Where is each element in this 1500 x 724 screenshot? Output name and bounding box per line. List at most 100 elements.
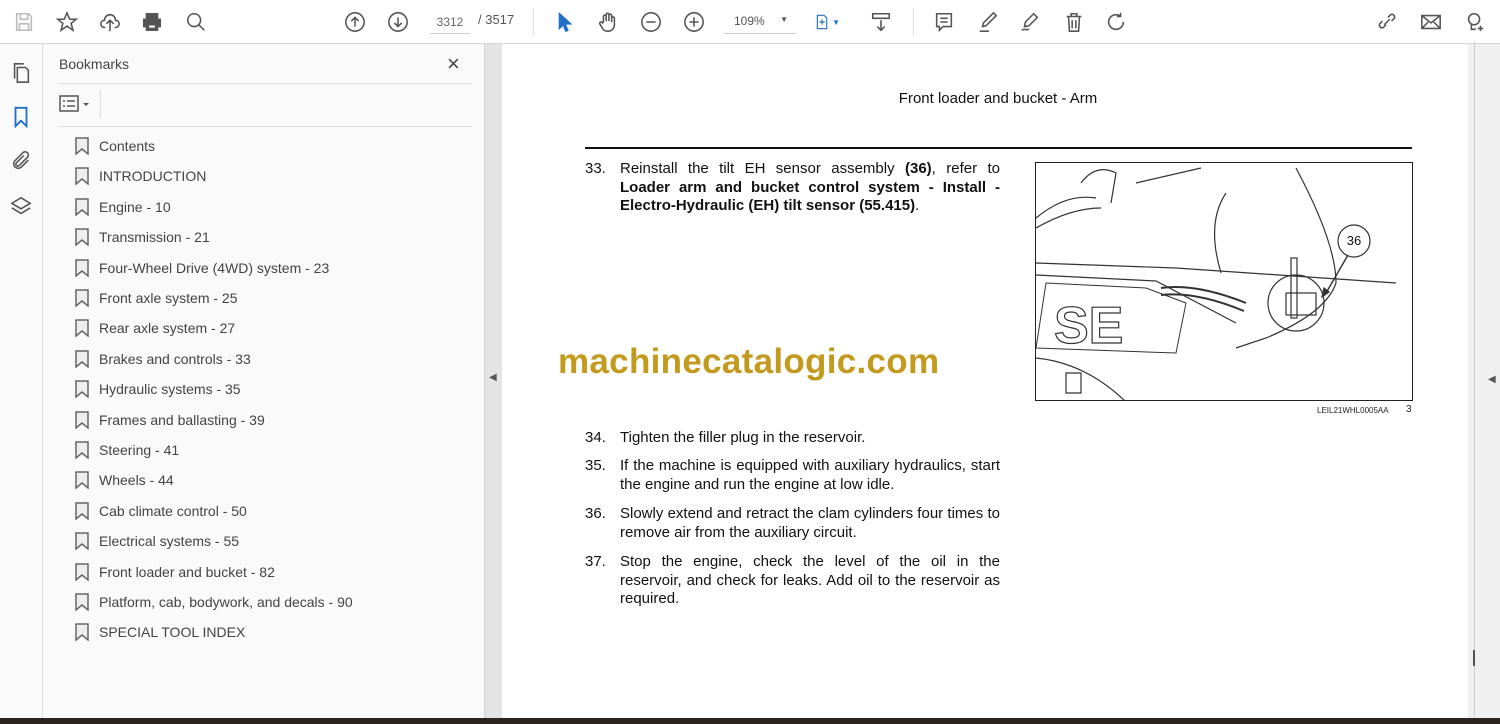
share-link-icon[interactable]: [1374, 9, 1400, 35]
page-thumbnails-icon[interactable]: [10, 62, 32, 84]
bookmark-star-icon[interactable]: [54, 9, 80, 35]
bookmark-item[interactable]: Cab climate control - 50: [75, 499, 247, 523]
logo-letters: SE: [1054, 297, 1123, 355]
bookmark-label: Four-Wheel Drive (4WD) system - 23: [99, 259, 330, 276]
step-text: .: [915, 197, 920, 214]
bookmark-item[interactable]: SPECIAL TOOL INDEX: [75, 620, 245, 644]
bookmark-label: Transmission - 21: [99, 229, 210, 246]
divider: [58, 83, 472, 84]
bookmark-item[interactable]: Brakes and controls - 33: [75, 347, 251, 371]
bookmark-label: Wheels - 44: [99, 472, 174, 489]
panel-title: Bookmarks: [59, 56, 130, 72]
close-icon[interactable]: ×: [447, 51, 460, 77]
page-up-icon[interactable]: [342, 9, 368, 35]
page-total: / 3517: [478, 12, 515, 27]
bookmark-icon: [75, 532, 89, 551]
collapse-panel-icon[interactable]: ◀: [489, 372, 497, 383]
bookmark-item[interactable]: Transmission - 21: [75, 225, 210, 249]
mail-icon[interactable]: [1418, 9, 1444, 35]
cross-reference-link[interactable]: Loader arm and bucket control system - I…: [620, 179, 1000, 215]
upload-cloud-icon[interactable]: [97, 9, 123, 35]
delete-icon[interactable]: [1061, 9, 1087, 35]
highlight-icon[interactable]: [975, 9, 1001, 35]
vertical-scrollbar[interactable]: ◀: [1468, 42, 1500, 718]
step-item: 37. Stop the engine, check the level of t…: [585, 553, 1000, 609]
page-down-icon[interactable]: [385, 9, 411, 35]
bookmarks-icon[interactable]: [10, 106, 32, 129]
bookmark-icon: [75, 562, 89, 581]
hand-icon[interactable]: [595, 9, 621, 35]
step-number: 37.: [585, 553, 606, 570]
bookmark-label: Front loader and bucket - 82: [99, 563, 275, 580]
bookmark-item[interactable]: Rear axle system - 27: [75, 316, 235, 340]
step-item: 35. If the machine is equipped with auxil…: [585, 457, 1000, 494]
zoom-in-icon[interactable]: [681, 9, 707, 35]
bookmark-icon: [75, 593, 89, 611]
divider: [533, 8, 534, 36]
bookmark-item[interactable]: Steering - 41: [75, 438, 179, 462]
save-icon[interactable]: [11, 9, 37, 35]
bookmark-item[interactable]: Platform, cab, bodywork, and decals - 90: [75, 590, 353, 614]
sign-icon[interactable]: [1017, 9, 1043, 35]
fit-page-icon[interactable]: ▼: [814, 9, 840, 35]
header-rule: [585, 147, 1412, 149]
attachments-icon[interactable]: [10, 150, 32, 172]
figure-image: SE 36: [1035, 162, 1413, 401]
step-number: 34.: [585, 429, 606, 446]
scroll-thumb[interactable]: [1473, 650, 1475, 666]
zoom-out-icon[interactable]: [638, 9, 664, 35]
bookmark-label: Rear axle system - 27: [99, 320, 236, 337]
list-options-icon: [59, 95, 89, 112]
callout-label: 36: [1346, 233, 1362, 248]
step-text: Stop the engine, check the level of the …: [620, 553, 1000, 607]
expand-right-panel-icon[interactable]: ◀: [1488, 374, 1496, 385]
rotate-icon[interactable]: [1103, 9, 1129, 35]
bookmark-icon: [75, 198, 89, 216]
step-item: 34. Tighten the filler plug in the reserv…: [585, 429, 1000, 448]
bookmark-item[interactable]: Four-Wheel Drive (4WD) system - 23: [75, 256, 329, 280]
zoom-value: 109%: [734, 14, 765, 28]
bookmark-item[interactable]: INTRODUCTION: [75, 164, 206, 188]
step-number: 35.: [585, 457, 606, 474]
chevron-down-icon: ▼: [780, 15, 788, 24]
layers-icon[interactable]: [10, 196, 32, 218]
search-zoom-icon[interactable]: [183, 9, 209, 35]
toolbar: / 3517 109% ▼ ▼: [0, 0, 1500, 44]
watermark: machinecatalogic.com: [558, 342, 940, 381]
bookmark-item[interactable]: Wheels - 44: [75, 468, 174, 492]
step-33: 33. Reinstall the tilt EH sensor assembl…: [585, 160, 1000, 216]
chevron-down-icon: ▼: [832, 17, 840, 27]
bookmark-label: Cab climate control - 50: [99, 502, 247, 519]
step-text: If the machine is equipped with auxiliar…: [620, 457, 1000, 493]
bookmark-item[interactable]: Front axle system - 25: [75, 286, 238, 310]
bookmarks-panel: Bookmarks × Contents INTRODUCTION Engine -…: [43, 44, 485, 718]
document-page: Front loader and bucket - Arm 33. Reinst…: [502, 44, 1468, 718]
scroll-track: [1474, 42, 1475, 716]
bookmark-label: Steering - 41: [99, 442, 180, 458]
print-icon[interactable]: [139, 9, 165, 35]
select-cursor-icon[interactable]: [552, 9, 578, 35]
bookmark-icon: [75, 350, 89, 368]
bookmark-label: INTRODUCTION: [99, 168, 207, 185]
bookmark-options-button[interactable]: [59, 94, 93, 114]
bookmark-icon: [75, 502, 89, 520]
navigation-strip: [0, 44, 43, 718]
bookmark-label: Platform, cab, bodywork, and decals - 90: [99, 594, 353, 610]
bookmark-item[interactable]: Frames and ballasting - 39: [75, 408, 265, 432]
comment-icon[interactable]: [931, 9, 957, 35]
bookmark-icon: [75, 167, 89, 186]
zoom-select[interactable]: 109% ▼: [724, 10, 796, 34]
bookmark-item[interactable]: Hydraulic systems - 35: [75, 377, 241, 401]
bookmark-item[interactable]: Electrical systems - 55: [75, 529, 239, 553]
scroll-mode-icon[interactable]: [868, 9, 894, 35]
bookmark-icon: [75, 137, 89, 155]
bookmark-label: Front axle system - 25: [99, 290, 238, 306]
step-text: Tighten the filler plug in the reservoir…: [620, 429, 866, 446]
page-number-input[interactable]: [430, 10, 470, 34]
bookmark-item[interactable]: Front loader and bucket - 82: [75, 560, 275, 584]
bookmark-label: Hydraulic systems - 35: [99, 381, 241, 398]
add-user-icon[interactable]: [1462, 9, 1488, 35]
bookmark-item[interactable]: Engine - 10: [75, 195, 171, 219]
bookmark-item[interactable]: Contents: [75, 134, 155, 158]
divider: [913, 8, 914, 36]
